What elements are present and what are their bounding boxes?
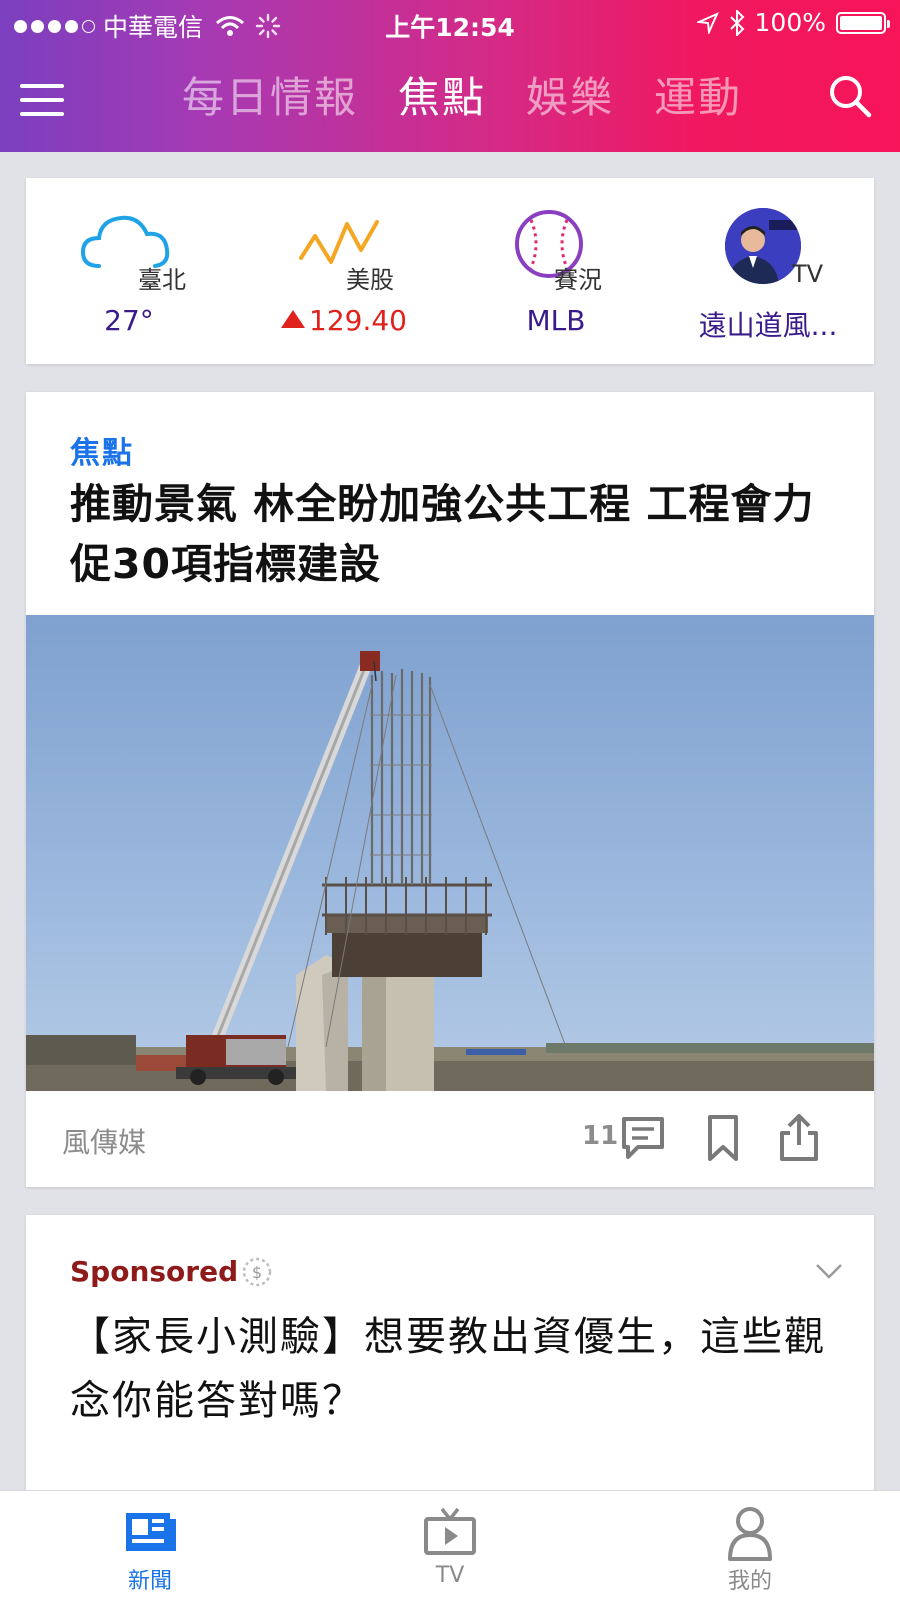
comment-count: 11 xyxy=(582,1121,619,1151)
quick-links-card: 臺北 27° 美股 129.40 賽況 MLB TV 遠山道風... xyxy=(26,178,874,364)
bottom-tab-bar: 新聞 TV 我的 xyxy=(0,1490,900,1600)
tv-label: TV xyxy=(792,260,824,288)
sponsored-title[interactable]: 【家長小測驗】想要教出資優生，這些觀念你能答對嗎？ xyxy=(70,1305,840,1433)
weather-city-label: 臺北 xyxy=(138,266,186,294)
article-card[interactable]: 焦點 推動景氣 林全盼加強公共工程 工程會力促30項指標建設 風傳媒 11 xyxy=(26,392,874,1187)
app-header: 中華電信 上午12:54 100% 每日情報 焦點 娛樂 運動 xyxy=(0,0,900,152)
sponsored-card[interactable]: Sponsored $ 【家長小測驗】想要教出資優生，這些觀念你能答對嗎？ xyxy=(26,1215,874,1515)
svg-text:$: $ xyxy=(252,1263,262,1282)
bottom-tab-profile-label: 我的 xyxy=(727,1569,772,1594)
tab-focus[interactable]: 焦點 xyxy=(398,64,486,125)
construction-site-image xyxy=(26,651,874,1091)
article-source: 風傳媒 xyxy=(62,1126,147,1159)
tab-sports[interactable]: 運動 xyxy=(654,64,742,125)
sponsored-badge-icon: $ xyxy=(242,1257,272,1287)
scores-label: 賽況 xyxy=(554,266,602,294)
nav-bar: 每日情報 焦點 娛樂 運動 xyxy=(0,46,900,152)
stocks-link[interactable]: 美股 129.40 xyxy=(238,178,450,364)
tab-entertainment[interactable]: 娛樂 xyxy=(526,64,614,125)
trend-up-icon xyxy=(281,310,305,328)
bottom-tab-profile[interactable]: 我的 xyxy=(600,1491,900,1600)
tab-daily-brief[interactable]: 每日情報 xyxy=(182,64,358,125)
bookmark-icon[interactable] xyxy=(698,1113,748,1163)
article-photo[interactable] xyxy=(26,615,874,1091)
tv-show-name: 遠山道風... xyxy=(698,309,838,342)
comment-icon[interactable] xyxy=(618,1113,668,1163)
status-bar: 中華電信 上午12:54 100% xyxy=(0,0,900,46)
weather-temperature: 27° xyxy=(104,304,154,337)
bottom-tab-news-label: 新聞 xyxy=(127,1569,172,1594)
stocks-index-value: 129.40 xyxy=(309,304,407,337)
stocks-value: 129.40 xyxy=(238,304,450,337)
share-icon[interactable] xyxy=(774,1113,824,1163)
bottom-tab-tv-label: TV xyxy=(435,1563,465,1588)
profile-icon xyxy=(728,1507,772,1561)
location-arrow-icon xyxy=(696,11,719,34)
scores-link[interactable]: 賽況 MLB xyxy=(450,178,662,364)
article-headline[interactable]: 推動景氣 林全盼加強公共工程 工程會力促30項指標建設 xyxy=(70,474,840,594)
weather-link[interactable]: 臺北 27° xyxy=(26,178,238,364)
bluetooth-icon xyxy=(729,9,744,36)
stocks-label: 美股 xyxy=(346,266,394,294)
hamburger-menu-icon[interactable] xyxy=(20,84,64,116)
search-icon[interactable] xyxy=(826,72,874,120)
news-icon xyxy=(126,1513,176,1551)
sponsored-label: Sponsored xyxy=(70,1255,239,1288)
tv-icon xyxy=(424,1507,476,1555)
bottom-tab-news[interactable]: 新聞 xyxy=(0,1491,300,1600)
scores-league: MLB xyxy=(526,304,586,337)
article-category: 焦點 xyxy=(70,436,134,471)
tv-link[interactable]: TV 遠山道風... xyxy=(662,178,874,364)
category-tabs: 每日情報 焦點 娛樂 運動 xyxy=(182,64,742,125)
status-right: 100% xyxy=(696,8,890,37)
chevron-down-icon[interactable] xyxy=(814,1259,844,1283)
bottom-tab-tv[interactable]: TV xyxy=(300,1491,600,1600)
battery-icon xyxy=(836,11,890,34)
battery-percent: 100% xyxy=(754,8,826,37)
article-meta-bar: 風傳媒 11 xyxy=(26,1091,874,1187)
